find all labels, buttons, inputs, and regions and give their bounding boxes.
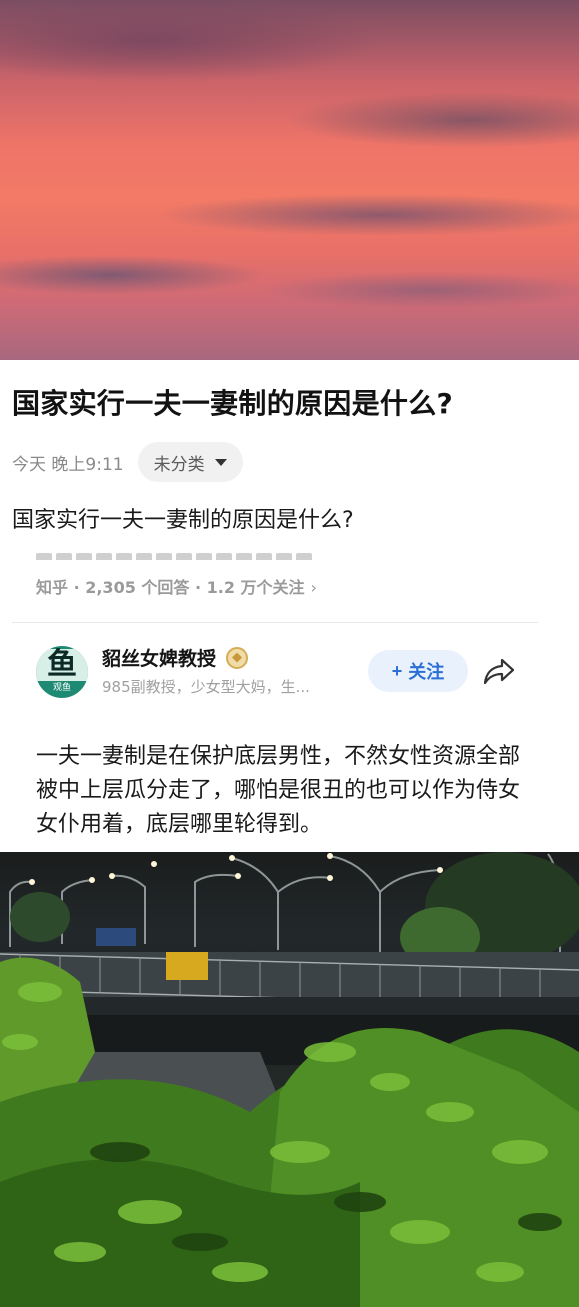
avatar-glyph: 鱼 [36,649,88,681]
author-name-row[interactable]: 貂丝女婢教授 [102,644,249,671]
question-title: 国家实行一夫一妻制的原因是什么? [12,387,454,420]
author-name: 貂丝女婢教授 [102,648,217,670]
follow-label: 关注 [408,662,445,682]
share-icon[interactable] [482,656,516,686]
post-meta: 今天 晚上9:11 未分类 [12,442,243,482]
clipped-text-fragment [36,550,366,560]
post-time: 今天 晚上9:11 [12,454,124,475]
plus-icon: + [391,660,403,681]
source-stats: 知乎 · 2,305 个回答 · 1.2 万个关注 [36,578,305,597]
answer-text: 一夫一妻制是在保护底层男性，不然女性资源全部被中上层瓜分走了，哪怕是很丑的也可以… [36,744,521,837]
divider [12,622,538,623]
author-description: 985副教授，少女型大妈，生... [102,678,310,696]
source-link[interactable]: 知乎 · 2,305 个回答 · 1.2 万个关注 › [36,574,317,598]
chevron-right-icon: › [310,578,317,597]
category-label: 未分类 [153,454,205,475]
night-bridge-photo [0,852,579,1307]
follow-button[interactable]: + 关注 [368,650,468,692]
avatar[interactable]: 鱼 观鱼 [36,646,88,698]
category-dropdown[interactable]: 未分类 [137,442,243,482]
caret-down-icon [214,458,227,466]
sunset-sky-image [0,0,579,360]
avatar-caption: 观鱼 [52,683,71,693]
question-text: 国家实行一夫一妻制的原因是什么? [12,508,354,533]
certified-badge-icon [226,646,249,669]
